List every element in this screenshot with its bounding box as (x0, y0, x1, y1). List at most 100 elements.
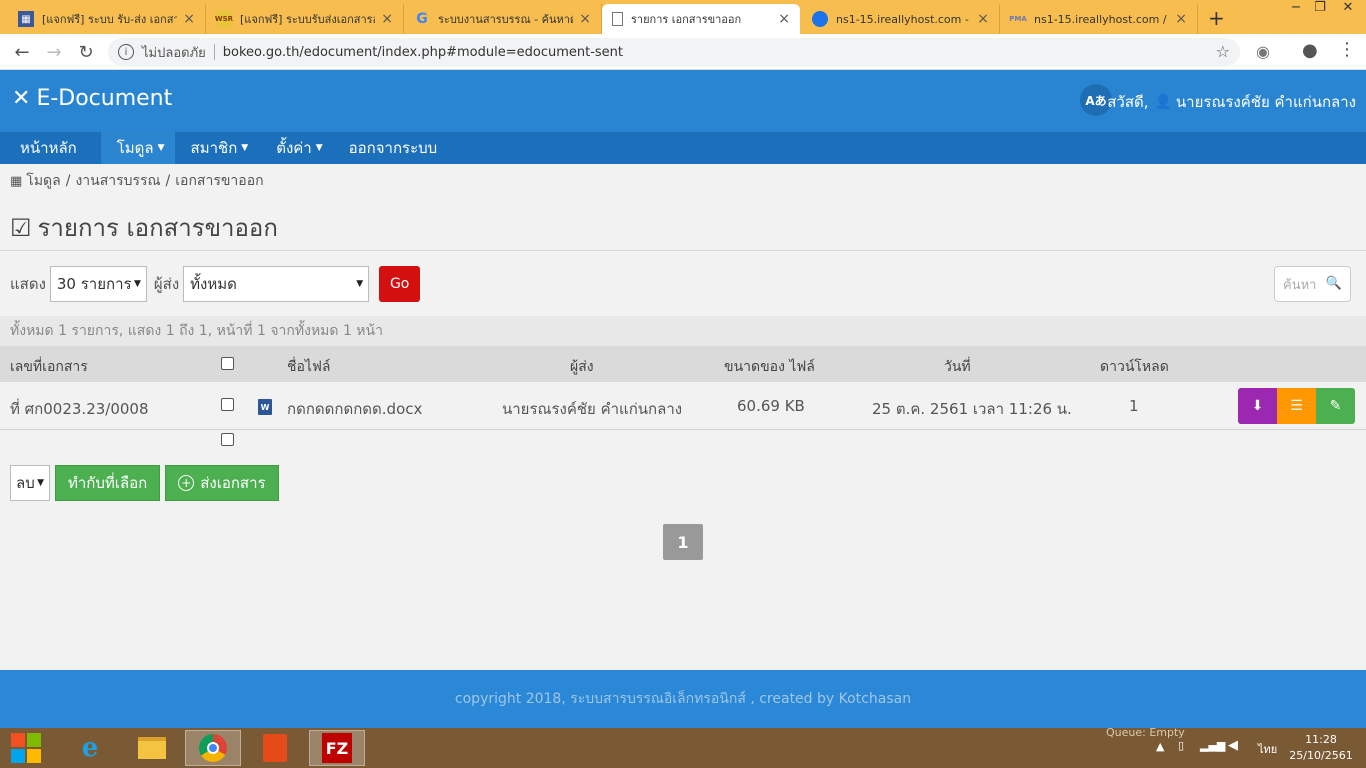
new-tab-button[interactable]: + (1208, 6, 1225, 30)
cell-downloads: 1 (1129, 397, 1139, 415)
browser-tab-1[interactable]: ▦ [แจกฟรี] ระบบ รับ-ส่ง เอกสาร × (8, 4, 206, 34)
bulk-action-select[interactable]: ลบ ▼ (10, 465, 50, 501)
browser-tab-5[interactable]: ns1-15.ireallyhost.com - I × (802, 4, 1000, 34)
close-icon[interactable]: × (381, 11, 393, 27)
profile-icon[interactable]: ● (1302, 40, 1318, 61)
show-label: แสดง (10, 275, 46, 293)
nav-members[interactable]: สมาชิก ▼ (175, 132, 263, 164)
caret-down-icon: ▼ (315, 143, 323, 153)
nav-modules[interactable]: โมดูล ▼ (100, 132, 175, 164)
info-icon[interactable]: i (118, 44, 134, 60)
header-file-size[interactable]: ขนาดของ ไฟล์ (724, 356, 815, 378)
breadcrumb-modules[interactable]: โมดูล (26, 170, 60, 192)
download-button[interactable]: ⬇ (1238, 388, 1277, 424)
omnibox[interactable]: i ไม่ปลอดภัย bokeo.go.th/edocument/index… (108, 38, 1240, 66)
star-icon[interactable]: ☆ (1216, 42, 1230, 61)
header-file-name[interactable]: ชื่อไฟล์ (287, 356, 330, 378)
taskbar-clock[interactable]: 11:28 25/10/2561 (1288, 732, 1354, 764)
url-text[interactable]: bokeo.go.th/edocument/index.php#module=e… (223, 45, 623, 60)
file-explorer-icon[interactable] (124, 730, 180, 766)
tab-title: ns1-15.ireallyhost.com / I (1034, 12, 1170, 26)
chrome-icon[interactable] (185, 730, 241, 766)
filter-row: แสดง 30 รายการ ▼ ผู้ส่ง ทั้งหมด ▼ Go (10, 266, 421, 302)
extension-icon[interactable]: ◉ (1256, 42, 1270, 61)
greeting-text: สวัสดี, (1107, 93, 1149, 111)
go-button[interactable]: Go (379, 266, 421, 302)
breadcrumb-saraban[interactable]: งานสารบรรณ (75, 170, 160, 192)
list-summary: ทั้งหมด 1 รายการ, แสดง 1 ถึง 1, หน้าที่ … (0, 316, 1366, 346)
dropdown-arrow-icon: ▼ (356, 279, 364, 289)
network-icon[interactable]: ▂▄▆ (1200, 739, 1225, 752)
menu-icon[interactable]: ⋮ (1338, 39, 1356, 60)
browser-tab-3[interactable]: G ระบบงานสารบรรณ - ค้นหาด้ × (404, 4, 602, 34)
bulk-action-value: ลบ (16, 474, 35, 492)
cell-sender: นายรณรงค์ชัย คำแก่นกลาง (502, 400, 683, 418)
select-all-checkbox[interactable] (221, 357, 234, 370)
browser-tab-active[interactable]: รายการ เอกสารขาออก × (602, 4, 800, 34)
close-icon[interactable]: × (183, 11, 195, 27)
page-title: ☑ รายการ เอกสารขาออก (10, 208, 278, 247)
header-date[interactable]: วันที่ (944, 356, 971, 378)
cell-file-name[interactable]: กดกดดกดกดด.docx (287, 397, 422, 421)
apply-selected-button[interactable]: ทำกับที่เลือก (55, 465, 161, 501)
send-document-button[interactable]: + ส่งเอกสาร (165, 465, 279, 501)
main-nav: หน้าหลัก โมดูล ▼ สมาชิก ▼ ตั้งค่า ▼ ออกจากร… (0, 132, 1366, 164)
start-button[interactable] (0, 730, 52, 766)
minimize-button[interactable]: − (1284, 0, 1308, 15)
user-name[interactable]: นายรณรงค์ชัย คำแก่นกลาง (1176, 90, 1356, 114)
header-downloads[interactable]: ดาวน์โหลด (1100, 356, 1169, 378)
list-icon: ☰ (1290, 398, 1303, 414)
back-icon[interactable]: ← (10, 42, 34, 63)
dropdown-arrow-icon: ▼ (37, 478, 44, 488)
close-icon[interactable]: × (1175, 11, 1187, 27)
forward-icon[interactable]: → (42, 42, 66, 63)
nav-settings[interactable]: ตั้งค่า ▼ (262, 132, 336, 164)
dropdown-arrow-icon: ▼ (133, 279, 141, 289)
calendar-icon: ▦ (18, 11, 34, 27)
power-icon[interactable]: ▯ (1178, 739, 1184, 752)
select-all-checkbox-bottom[interactable] (221, 433, 234, 446)
windows-taskbar: e FZ Queue: Empty ▲ ▯ ▂▄▆ ◀ ไทย 11:28 25… (0, 726, 1366, 768)
sender-value: ทั้งหมด (190, 275, 237, 293)
security-label: ไม่ปลอดภัย (142, 45, 206, 61)
logo-text: E-Document (36, 86, 173, 111)
checklist-icon: ☑ (10, 213, 32, 242)
office-icon[interactable] (247, 730, 303, 766)
caret-down-icon: ▼ (157, 143, 165, 153)
filezilla-icon[interactable]: FZ (309, 730, 365, 766)
window-close-button[interactable]: ✕ (1336, 0, 1360, 15)
show-count-select[interactable]: 30 รายการ ▼ (49, 266, 147, 302)
nav-home[interactable]: หน้าหลัก (0, 132, 101, 164)
reload-icon[interactable]: ↻ (74, 42, 98, 63)
browser-tab-6[interactable]: PMA ns1-15.ireallyhost.com / I × (1000, 4, 1198, 34)
close-icon[interactable]: × (977, 11, 989, 27)
header-doc-no[interactable]: เลขที่เอกสาร (10, 356, 88, 378)
nav-logout[interactable]: ออกจากระบบ (337, 132, 452, 164)
cell-date: 25 ต.ค. 2561 เวลา 11:26 น. (872, 400, 1072, 418)
tray-expand-icon[interactable]: ▲ (1156, 740, 1164, 753)
search-input[interactable]: ค้นหา 🔍 (1274, 266, 1351, 302)
tab-title: ระบบงานสารบรรณ - ค้นหาด้ (438, 13, 574, 26)
row-checkbox[interactable] (221, 398, 234, 411)
plus-circle-icon: + (178, 475, 195, 491)
language-indicator[interactable]: ไทย (1258, 740, 1277, 758)
header-sender[interactable]: ผู้ส่ง (570, 356, 594, 378)
apply-label: ทำกับที่เลือก (68, 474, 148, 492)
search-icon[interactable]: 🔍 (1326, 276, 1342, 291)
site-footer: copyright 2018, ระบบสารบรรณอิเล็กทรอนิกส… (0, 670, 1366, 728)
modules-icon: ▦ (10, 173, 23, 189)
volume-icon[interactable]: ◀ (1228, 738, 1238, 753)
close-icon[interactable]: × (778, 11, 790, 27)
breadcrumb-sent[interactable]: เอกสารขาออก (175, 170, 263, 192)
footer-text: copyright 2018, ระบบสารบรรณอิเล็กทรอนิกส… (454, 691, 912, 707)
site-logo[interactable]: ✕ E-Document (12, 86, 172, 111)
edit-button[interactable]: ✎ (1316, 388, 1355, 424)
maximize-button[interactable]: ❐ (1308, 0, 1332, 15)
browser-tab-2[interactable]: WSR [แจกฟรี] ระบบรับส่งเอกสารอ × (206, 4, 404, 34)
internet-explorer-icon[interactable]: e (62, 730, 118, 766)
pagination-current[interactable]: 1 (663, 524, 703, 560)
close-icon[interactable]: × (579, 11, 591, 27)
detail-button[interactable]: ☰ (1277, 388, 1316, 424)
sender-select[interactable]: ทั้งหมด ▼ (183, 266, 370, 302)
site-header: ✕ E-Document Aあ สวัสดี, 👤 นายรณรงค์ชัย ค… (0, 70, 1366, 132)
